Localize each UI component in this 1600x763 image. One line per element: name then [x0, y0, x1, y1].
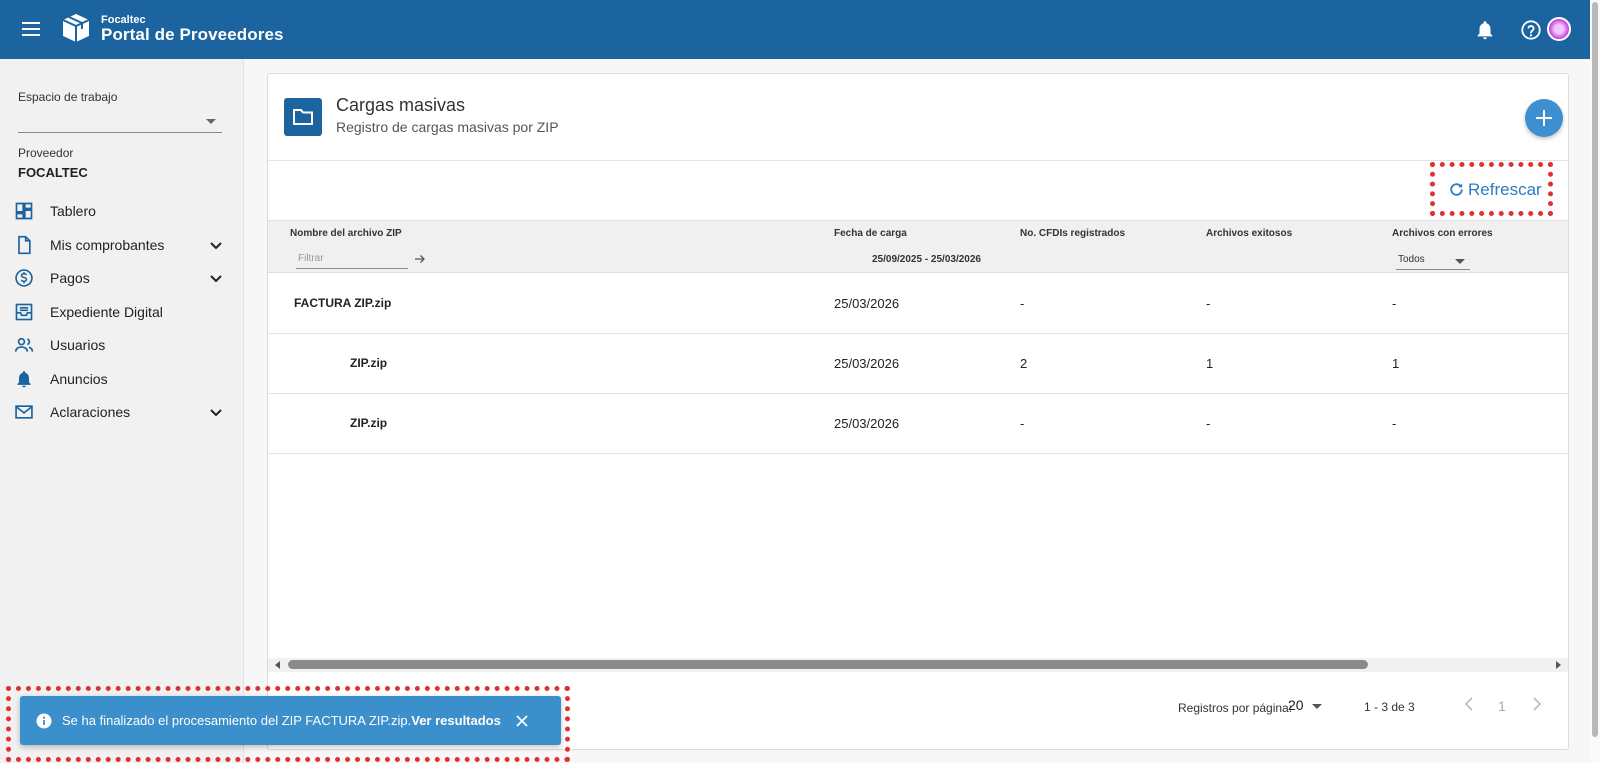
- column-header-errors[interactable]: Archivos con errores: [1392, 228, 1493, 239]
- sidebar-item-aclaraciones[interactable]: Aclaraciones: [0, 395, 244, 429]
- workspace-select[interactable]: [18, 111, 222, 133]
- notification-snackbar: Se ha finalizado el procesamiento del ZI…: [20, 696, 561, 745]
- dollar-coin-icon: [15, 269, 33, 287]
- cell-errors: -: [1392, 296, 1397, 311]
- dropdown-caret-icon: [1455, 259, 1465, 264]
- sidebar-item-usuarios[interactable]: Usuarios: [0, 328, 244, 362]
- divider: [268, 160, 1568, 161]
- current-page[interactable]: 1: [1498, 698, 1506, 714]
- sidebar-item-expediente-digital[interactable]: Expediente Digital: [0, 295, 244, 329]
- table-row[interactable]: FACTURA ZIP.zip 25/03/2026 - - -: [268, 274, 1568, 334]
- scrollbar-thumb[interactable]: [288, 660, 1368, 669]
- sidebar-item-anuncios[interactable]: Anuncios: [0, 362, 244, 396]
- pagination-range: 1 - 3 de 3: [1364, 700, 1415, 714]
- per-page-select[interactable]: 20: [1288, 696, 1324, 716]
- cell-zip-name: ZIP.zip: [350, 356, 388, 370]
- inbox-tray-icon: [15, 303, 33, 321]
- provider-label: Proveedor: [18, 146, 74, 160]
- provider-name: FOCALTEC: [18, 165, 88, 180]
- errors-filter-value: Todos: [1398, 254, 1425, 265]
- folder-icon: [293, 109, 313, 125]
- sidebar-item-label: Mis comprobantes: [50, 237, 165, 253]
- name-filter-input[interactable]: [296, 249, 408, 269]
- column-header-date[interactable]: Fecha de carga: [834, 228, 907, 239]
- cell-errors: 1: [1392, 356, 1400, 371]
- sidebar-item-label: Anuncios: [50, 371, 108, 387]
- arrow-right-icon[interactable]: [414, 253, 426, 265]
- page-subtitle: Registro de cargas masivas por ZIP: [336, 119, 559, 135]
- workspace-label: Espacio de trabajo: [18, 90, 118, 104]
- page-title: Cargas masivas: [336, 95, 466, 115]
- scroll-right-icon[interactable]: [1556, 661, 1561, 669]
- box-logo-icon: [62, 14, 90, 42]
- snackbar-message-container: Se ha finalizado el procesamiento del ZI…: [62, 713, 501, 728]
- bell-icon[interactable]: [1474, 19, 1496, 41]
- menu-icon[interactable]: [20, 18, 42, 40]
- refresh-icon: [1450, 183, 1463, 196]
- sidebar-item-mis-comprobantes[interactable]: Mis comprobantes: [0, 228, 244, 262]
- errors-filter-select[interactable]: Todos: [1396, 250, 1470, 270]
- cell-cfdis: -: [1020, 416, 1025, 431]
- cell-zip-name: FACTURA ZIP.zip: [294, 296, 392, 310]
- sidebar: Espacio de trabajo Proveedor FOCALTEC Ta…: [0, 59, 244, 763]
- date-range-filter[interactable]: 25/09/2025 - 25/03/2026: [872, 254, 981, 265]
- sidebar-item-label: Tablero: [50, 203, 96, 219]
- chevron-down-icon: [210, 409, 222, 417]
- cell-successful: -: [1206, 296, 1211, 311]
- page-scrollbar[interactable]: [1590, 0, 1600, 763]
- scroll-left-icon[interactable]: [275, 661, 280, 669]
- sidebar-item-tablero[interactable]: Tablero: [0, 194, 244, 228]
- refresh-label: Refrescar: [1468, 180, 1542, 199]
- cell-upload-date: 25/03/2026: [834, 356, 900, 371]
- sidebar-item-label: Pagos: [50, 270, 90, 286]
- users-icon: [14, 337, 34, 352]
- sidebar-item-pagos[interactable]: Pagos: [0, 261, 244, 295]
- sidebar-item-label: Expediente Digital: [50, 304, 163, 320]
- cell-successful: -: [1206, 416, 1211, 431]
- sidebar-item-label: Aclaraciones: [50, 404, 131, 420]
- card-header-icon: [284, 98, 322, 136]
- cell-upload-date: 25/03/2026: [834, 416, 900, 431]
- cell-zip-name: ZIP.zip: [350, 416, 388, 430]
- dropdown-caret-icon: [1312, 704, 1322, 709]
- help-icon[interactable]: [1520, 19, 1542, 41]
- cell-upload-date: 25/03/2026: [834, 296, 900, 311]
- bell-icon: [17, 371, 31, 388]
- snackbar-message: Se ha finalizado el procesamiento del ZI…: [62, 713, 412, 728]
- add-upload-button[interactable]: [1525, 99, 1563, 137]
- column-header-cfdis[interactable]: No. CFDIs registrados: [1020, 228, 1125, 239]
- cell-successful: 1: [1206, 356, 1214, 371]
- mail-icon: [15, 405, 33, 419]
- main-content: Cargas masivas Registro de cargas masiva…: [244, 59, 1590, 763]
- chevron-left-icon[interactable]: [1460, 694, 1480, 714]
- per-page-label: Registros por página:: [1178, 701, 1293, 715]
- app-title: Portal de Proveedores: [101, 25, 284, 44]
- document-icon: [18, 235, 31, 255]
- table-header: Nombre del archivo ZIP Fecha de carga No…: [268, 220, 1568, 245]
- cell-errors: -: [1392, 416, 1397, 431]
- column-header-name[interactable]: Nombre del archivo ZIP: [290, 228, 402, 239]
- sidebar-item-label: Usuarios: [50, 337, 106, 353]
- chevron-down-icon: [210, 275, 222, 283]
- table-filter-row: 25/09/2025 - 25/03/2026 Todos: [268, 245, 1568, 273]
- table-row[interactable]: ZIP.zip 25/03/2026 - - -: [268, 394, 1568, 454]
- cell-cfdis: -: [1020, 296, 1025, 311]
- chevron-right-icon[interactable]: [1526, 694, 1546, 714]
- top-app-bar: Focaltec Portal de Proveedores: [0, 0, 1590, 59]
- column-header-successful[interactable]: Archivos exitosos: [1206, 228, 1292, 239]
- table-row[interactable]: ZIP.zip 25/03/2026 2 1 1: [268, 334, 1568, 394]
- dashboard-icon: [15, 202, 33, 220]
- view-results-link[interactable]: Ver resultados: [411, 713, 501, 728]
- close-icon[interactable]: [514, 713, 530, 729]
- table-horizontal-scrollbar[interactable]: [268, 658, 1568, 672]
- info-icon: [36, 713, 52, 729]
- bulk-uploads-card: Cargas masivas Registro de cargas masiva…: [267, 73, 1569, 750]
- per-page-value: 20: [1288, 697, 1304, 713]
- chevron-down-icon: [210, 242, 222, 250]
- dropdown-caret-icon: [206, 119, 216, 124]
- cell-cfdis: 2: [1020, 356, 1028, 371]
- avatar[interactable]: [1547, 17, 1571, 41]
- page-scrollbar-thumb[interactable]: [1592, 2, 1598, 737]
